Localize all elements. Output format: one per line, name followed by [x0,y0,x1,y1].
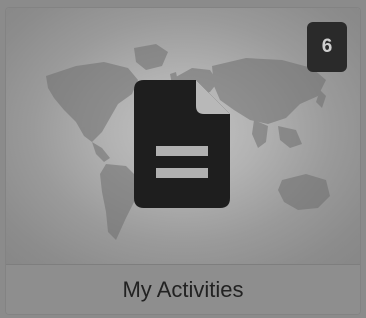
tile-image: 6 [6,8,360,264]
page-overlay: 6 My Activities [0,0,366,318]
document-icon [134,80,230,208]
tile-footer: My Activities [6,264,360,314]
my-activities-tile[interactable]: 6 My Activities [6,8,360,314]
activity-count-badge: 6 [307,22,347,72]
tile-title: My Activities [122,277,244,302]
